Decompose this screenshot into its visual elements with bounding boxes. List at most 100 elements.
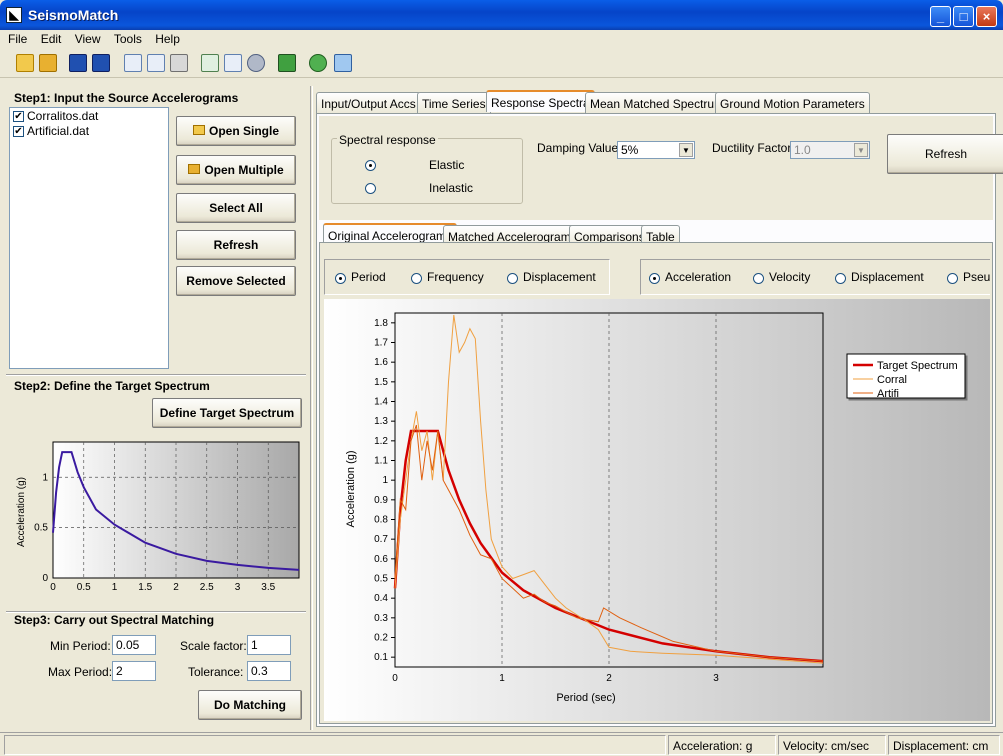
- menu-file[interactable]: File: [8, 30, 27, 46]
- home-icon[interactable]: [334, 54, 352, 72]
- pseudo-radio[interactable]: [947, 273, 958, 285]
- y-tick-label: 1.3: [374, 416, 388, 427]
- legend-entry: Target Spectrum: [877, 360, 958, 372]
- do-matching-button[interactable]: Do Matching: [198, 690, 302, 720]
- tab-time-series[interactable]: Time Series: [417, 92, 491, 113]
- displacement-x-radio[interactable]: [507, 273, 518, 285]
- vertical-splitter[interactable]: [310, 86, 313, 730]
- x-tick-label: 1: [499, 673, 505, 684]
- ductility-label: Ductility Factor: [712, 141, 792, 155]
- checkbox-artificial[interactable]: ✔: [13, 126, 24, 138]
- refresh-spectra-button[interactable]: Refresh: [887, 134, 1003, 174]
- status-acceleration-unit: Acceleration: g: [668, 735, 776, 755]
- y-tick-label: 0.2: [374, 633, 388, 644]
- minimize-button[interactable]: _: [930, 6, 951, 27]
- acceleration-radio[interactable]: [649, 273, 660, 285]
- period-label: Period: [351, 270, 386, 284]
- settings-gear-icon[interactable]: [247, 54, 265, 72]
- elastic-radio[interactable]: [365, 160, 376, 172]
- toolbar: [0, 50, 1003, 78]
- y-tick-label: 1.1: [374, 456, 388, 467]
- x-axis-label: Period (sec): [556, 692, 615, 704]
- x-tick-label: 0: [392, 673, 398, 684]
- menu-edit[interactable]: Edit: [41, 30, 62, 46]
- source-file-list[interactable]: ✔ Corralitos.dat ✔ Artificial.dat: [9, 107, 169, 369]
- open-multiple-icon[interactable]: [39, 54, 57, 72]
- step2-header: Step2: Define the Target Spectrum: [14, 379, 210, 393]
- displacement-x-option[interactable]: [507, 271, 518, 285]
- tools-icon[interactable]: [278, 54, 296, 72]
- save-icon[interactable]: [69, 54, 87, 72]
- print-icon[interactable]: [170, 54, 188, 72]
- open-single-button[interactable]: Open Single: [176, 116, 296, 146]
- tab-input-output[interactable]: Input/Output Accs: [316, 92, 421, 113]
- y-axis-options: Acceleration Velocity Displacement Pseu: [640, 259, 990, 295]
- response-spectra-panel: Spectral response Elastic Inelastic Damp…: [316, 113, 1003, 727]
- pseudo-label: Pseu: [963, 270, 990, 284]
- title-bar[interactable]: ◣ SeismoMatch _ □ ×: [0, 0, 1003, 30]
- acceleration-option[interactable]: [649, 271, 660, 285]
- mini-x-tick-label: 2.5: [200, 582, 214, 593]
- close-button[interactable]: ×: [976, 6, 997, 27]
- chevron-down-icon[interactable]: ▼: [854, 143, 868, 157]
- open-folder-icon[interactable]: [16, 54, 34, 72]
- max-period-input[interactable]: 2: [112, 661, 156, 681]
- x-axis-options: Period Frequency Displacement: [324, 259, 610, 295]
- maximize-button[interactable]: □: [953, 6, 974, 27]
- elastic-option[interactable]: [365, 158, 376, 172]
- tolerance-input[interactable]: 0.3: [247, 661, 291, 681]
- displacement-y-radio[interactable]: [835, 273, 846, 285]
- scale-factor-input[interactable]: 1: [247, 635, 291, 655]
- sub-tab-strip: Original Accelerograms Matched Accelerog…: [321, 222, 991, 246]
- y-tick-label: 0.1: [374, 652, 388, 663]
- velocity-radio[interactable]: [753, 273, 764, 285]
- displacement-y-option[interactable]: [835, 271, 846, 285]
- tab-response-spectra[interactable]: Response Spectra: [486, 90, 595, 112]
- preview-icon[interactable]: [224, 54, 242, 72]
- period-radio[interactable]: [335, 273, 346, 285]
- define-target-spectrum-button[interactable]: Define Target Spectrum: [152, 398, 302, 428]
- splitter[interactable]: [6, 611, 306, 613]
- chevron-down-icon[interactable]: ▼: [679, 143, 693, 157]
- list-item[interactable]: ✔ Artificial.dat: [10, 124, 168, 138]
- inelastic-option[interactable]: [365, 181, 376, 195]
- report-icon[interactable]: [201, 54, 219, 72]
- copy-icon[interactable]: [124, 54, 142, 72]
- export-icon[interactable]: [147, 54, 165, 72]
- legend-entry: Corral: [877, 374, 907, 386]
- period-option[interactable]: [335, 271, 346, 285]
- response-spectra-chart: 0 1 2 3 1.8 1.7 1.6 1.5 1.4 1.3 1.2 1.1 1 0.9 0.8 0.7 0.…: [324, 299, 990, 721]
- open-multiple-button[interactable]: Open Multiple: [176, 155, 296, 185]
- menu-view[interactable]: View: [75, 30, 101, 46]
- save-all-icon[interactable]: [92, 54, 110, 72]
- list-item[interactable]: ✔ Corralitos.dat: [10, 108, 168, 124]
- frequency-radio[interactable]: [411, 273, 422, 285]
- tab-mean-matched-spectrum[interactable]: Mean Matched Spectrum: [585, 92, 730, 113]
- pseudo-option[interactable]: [947, 271, 958, 285]
- displacement-y-label: Displacement: [851, 270, 924, 284]
- mini-y-tick-label: 0.5: [34, 523, 48, 534]
- ductility-select[interactable]: 1.0 ▼: [790, 141, 870, 159]
- step2-panel: Step2: Define the Target Spectrum Define…: [6, 376, 306, 612]
- select-all-button[interactable]: Select All: [176, 193, 296, 223]
- help-icon[interactable]: [309, 54, 327, 72]
- y-tick-label: 0.4: [374, 593, 388, 604]
- menu-tools[interactable]: Tools: [114, 30, 142, 46]
- menu-help[interactable]: Help: [155, 30, 180, 46]
- menu-bar: File Edit View Tools Help: [0, 30, 1003, 50]
- inelastic-radio[interactable]: [365, 183, 376, 195]
- splitter[interactable]: [6, 374, 306, 376]
- min-period-input[interactable]: 0.05: [112, 635, 156, 655]
- checkbox-corralitos[interactable]: ✔: [13, 111, 24, 123]
- y-tick-label: 0.7: [374, 534, 388, 545]
- velocity-option[interactable]: [753, 271, 764, 285]
- remove-selected-button[interactable]: Remove Selected: [176, 266, 296, 296]
- damping-select[interactable]: 5% ▼: [617, 141, 695, 159]
- frequency-label: Frequency: [427, 270, 484, 284]
- tab-ground-motion-parameters[interactable]: Ground Motion Parameters: [715, 92, 870, 113]
- y-tick-label: 0.5: [374, 574, 388, 585]
- folder-icon: [192, 125, 205, 135]
- refresh-files-button[interactable]: Refresh: [176, 230, 296, 260]
- frequency-option[interactable]: [411, 271, 422, 285]
- folders-icon: [188, 164, 201, 174]
